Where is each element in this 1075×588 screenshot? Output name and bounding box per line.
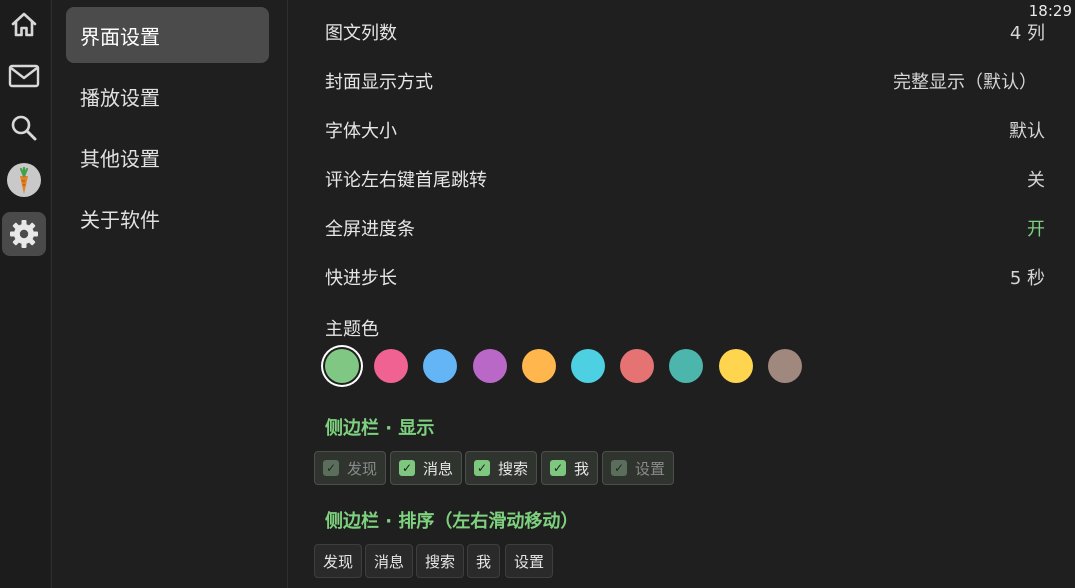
theme-swatch-9[interactable] (768, 349, 802, 383)
setting-value: 4 列 (1009, 23, 1045, 44)
icon-rail (0, 0, 50, 588)
setting-value: 5 秒 (1009, 268, 1045, 289)
setting-label: 图文列数 (325, 23, 397, 44)
sidebar-order-chip-search[interactable]: 搜索 (416, 544, 465, 578)
mail-icon (8, 64, 40, 88)
checkbox-checked-icon: ✓ (474, 460, 490, 476)
setting-row-cover-mode[interactable]: 封面显示方式 完整显示（默认） (325, 66, 1045, 96)
menu-item-label: 其他设置 (80, 146, 160, 171)
theme-color-label: 主题色 (325, 319, 379, 340)
checkbox-checked-icon: ✓ (550, 460, 566, 476)
chip-label: 消息 (374, 552, 405, 571)
chip-label: 设置 (635, 459, 666, 478)
theme-swatch-8[interactable] (719, 349, 753, 383)
search-icon (11, 115, 37, 141)
sidebar-order-chip-messages[interactable]: 消息 (365, 544, 414, 578)
theme-swatch-5[interactable] (571, 349, 605, 383)
chip-label: 设置 (514, 552, 545, 571)
theme-swatch-0[interactable] (325, 349, 359, 383)
settings-menu: 界面设置 播放设置 其他设置 关于软件 (52, 0, 287, 588)
setting-row-columns[interactable]: 图文列数 4 列 (325, 17, 1045, 47)
sidebar-display-title: 侧边栏 · 显示 (325, 418, 435, 439)
setting-row-seek-step[interactable]: 快进步长 5 秒 (325, 262, 1045, 292)
setting-label: 评论左右键首尾跳转 (325, 170, 487, 191)
gear-icon (10, 220, 38, 248)
home-icon (11, 12, 37, 37)
chip-label: 发现 (323, 552, 354, 571)
menu-item-label: 关于软件 (80, 207, 160, 232)
rail-me-button[interactable] (2, 158, 46, 202)
setting-row-fullscreen-progress[interactable]: 全屏进度条 开 (325, 213, 1045, 243)
checkbox-checked-icon: ✓ (323, 460, 339, 476)
theme-swatch-3[interactable] (473, 349, 507, 383)
sidebar-order-chip-me[interactable]: 我 (467, 544, 501, 578)
sidebar-display-chip-search[interactable]: ✓ 搜索 (465, 451, 538, 485)
chip-label: 发现 (347, 459, 378, 478)
chip-label: 消息 (423, 459, 454, 478)
menu-item-about[interactable]: 关于软件 (66, 190, 269, 246)
sidebar-order-chip-discover[interactable]: 发现 (314, 544, 363, 578)
avatar-carrot-icon (7, 163, 41, 197)
setting-value: 关 (1027, 170, 1045, 191)
checkbox-checked-icon: ✓ (399, 460, 415, 476)
chip-label: 我 (574, 459, 590, 478)
theme-swatch-2[interactable] (423, 349, 457, 383)
setting-row-comment-jump[interactable]: 评论左右键首尾跳转 关 (325, 164, 1045, 194)
menu-item-other[interactable]: 其他设置 (66, 129, 269, 185)
setting-label: 全屏进度条 (325, 219, 415, 240)
setting-label: 快进步长 (325, 268, 397, 289)
theme-swatch-6[interactable] (620, 349, 654, 383)
sidebar-display-chip-settings[interactable]: ✓ 设置 (602, 451, 675, 485)
sidebar-display-chip-me[interactable]: ✓ 我 (541, 451, 599, 485)
menu-item-label: 播放设置 (80, 85, 160, 110)
setting-value: 默认 (1009, 121, 1045, 142)
setting-row-font-size[interactable]: 字体大小 默认 (325, 115, 1045, 145)
sidebar-order-chip-settings[interactable]: 设置 (505, 544, 554, 578)
menu-item-playback[interactable]: 播放设置 (66, 68, 269, 124)
sidebar-display-chip-messages[interactable]: ✓ 消息 (390, 451, 463, 485)
theme-swatch-4[interactable] (522, 349, 556, 383)
rail-messages-button[interactable] (2, 54, 46, 98)
rail-search-button[interactable] (2, 106, 46, 150)
setting-label: 字体大小 (325, 121, 397, 142)
theme-swatch-1[interactable] (374, 349, 408, 383)
theme-swatch-7[interactable] (669, 349, 703, 383)
sidebar-display-chip-discover[interactable]: ✓ 发现 (314, 451, 387, 485)
setting-value: 完整显示（默认） (893, 72, 1037, 93)
rail-settings-button[interactable] (2, 212, 46, 256)
menu-item-label: 界面设置 (80, 24, 160, 49)
settings-content: 图文列数 4 列 封面显示方式 完整显示（默认） 字体大小 默认 评论左右键首尾… (288, 0, 1075, 588)
chip-label: 搜索 (498, 459, 529, 478)
theme-color-swatches (323, 349, 823, 385)
chip-label: 搜索 (425, 552, 456, 571)
setting-label: 封面显示方式 (325, 72, 433, 93)
chip-label: 我 (476, 552, 492, 571)
sidebar-order-title: 侧边栏 · 排序（左右滑动移动） (325, 511, 579, 532)
checkbox-checked-icon: ✓ (611, 460, 627, 476)
rail-home-button[interactable] (2, 2, 46, 46)
menu-item-interface[interactable]: 界面设置 (66, 7, 269, 63)
setting-value: 开 (1027, 219, 1045, 240)
